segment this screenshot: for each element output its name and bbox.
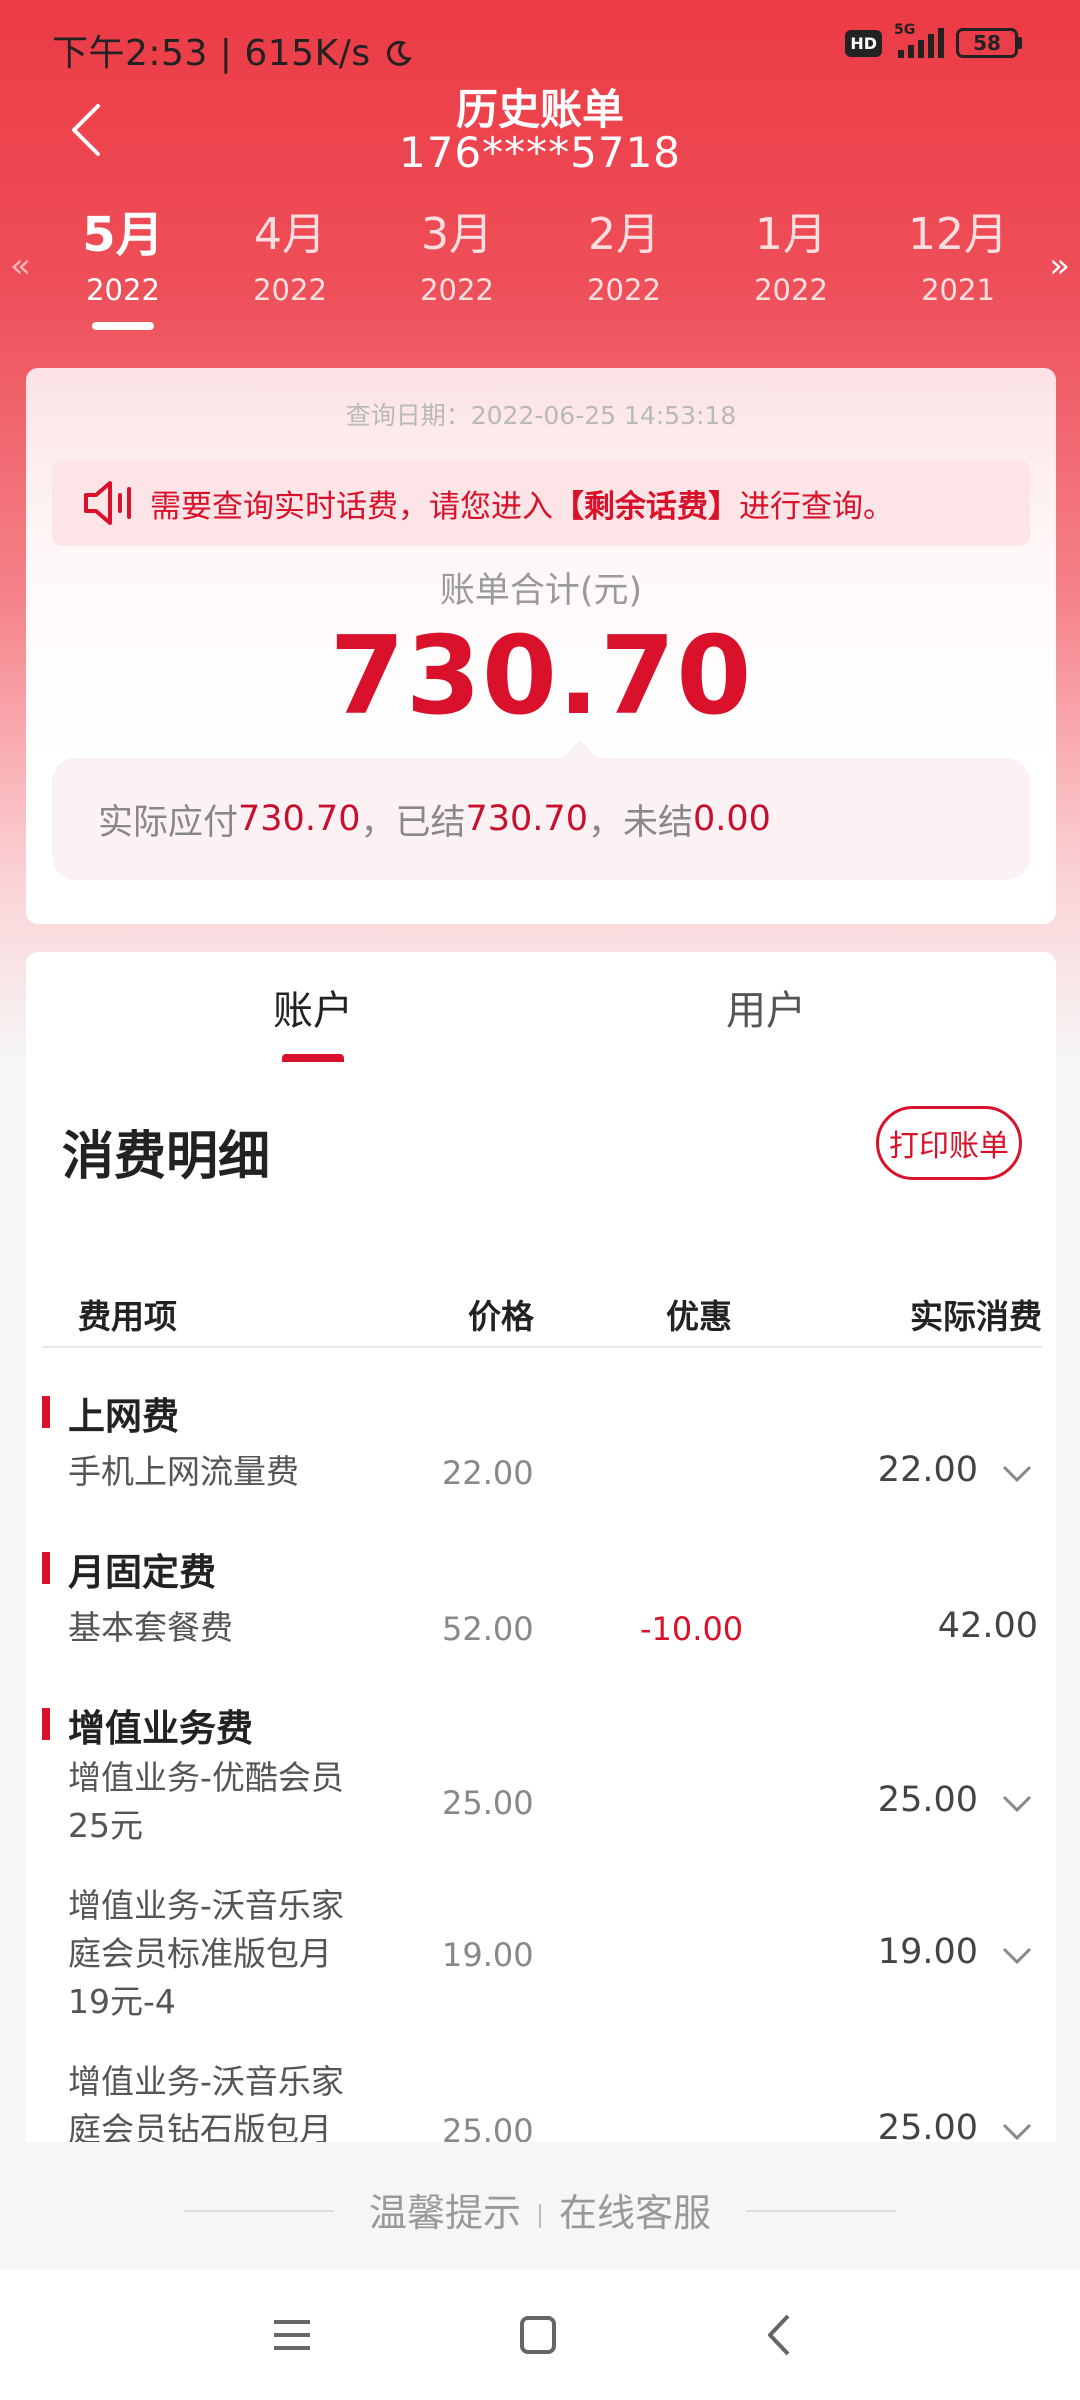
- remaining-balance-link[interactable]: 【剩余话费】: [553, 489, 739, 525]
- row-price: 19.00: [442, 1936, 534, 1974]
- row-actual: 25.00: [877, 2108, 978, 2142]
- notice-suffix: 进行查询。: [739, 488, 894, 525]
- payable-label: 实际应付: [98, 802, 239, 843]
- month-tab-0[interactable]: 5月 2022: [53, 200, 193, 330]
- tips-link[interactable]: 温馨提示: [369, 2191, 521, 2235]
- payable-value: 730.70: [238, 799, 361, 839]
- month-label: 3月: [421, 209, 493, 260]
- online-service-link[interactable]: 在线客服: [559, 2191, 711, 2235]
- section-title: 上网费: [68, 1395, 179, 1438]
- chevron-down-icon[interactable]: [1002, 1464, 1032, 1484]
- section-marker: [42, 1708, 50, 1740]
- payment-summary: 实际应付 730.70 ，已结 730.70 ，未结 0.00: [52, 758, 1030, 880]
- print-bill-button[interactable]: 打印账单: [876, 1106, 1022, 1180]
- battery-icon: 58: [956, 28, 1022, 58]
- row-price: 25.00: [442, 1784, 534, 1822]
- query-date: 查询日期：2022-06-25 14:53:18: [345, 401, 737, 430]
- row-price: 25.00: [442, 2112, 534, 2142]
- row-name: 增值业务-沃音乐家庭会员标准版包月19元-4: [68, 1886, 344, 2021]
- row-actual: 19.00: [877, 1932, 978, 1972]
- month-tab-2[interactable]: 3月 2022: [387, 200, 527, 310]
- footer-links-bar: 温馨提示 在线客服: [0, 2142, 1080, 2270]
- month-tab-4[interactable]: 1月 2022: [721, 200, 861, 310]
- section-title: 月固定费: [68, 1551, 216, 1594]
- speaker-icon: [84, 481, 131, 525]
- month-label: 1月: [755, 209, 827, 260]
- month-tab-3[interactable]: 2月 2022: [554, 200, 694, 310]
- row-name: 增值业务-优酷会员25元: [68, 1758, 344, 1845]
- notice-banner[interactable]: 需要查询实时话费，请您进入【剩余话费】进行查询。: [52, 460, 1030, 546]
- system-navigation-bar: [0, 2270, 1080, 2400]
- section-marker: [42, 1396, 50, 1428]
- tab-account[interactable]: 账户: [163, 978, 463, 1036]
- month-tab-1[interactable]: 4月 2022: [220, 200, 360, 310]
- account-user-tabs: 账户 用户: [26, 952, 1056, 1062]
- column-header: 费用项: [78, 1297, 177, 1336]
- month-tab-5[interactable]: 12月 2021: [888, 200, 1028, 310]
- unsettled-label: ，未结: [587, 802, 693, 843]
- month-label: 12月: [908, 209, 1008, 260]
- settled-label: ，已结: [360, 802, 466, 843]
- row-name: 手机上网流量费: [68, 1452, 299, 1491]
- back-icon[interactable]: [750, 2310, 810, 2360]
- notice-text: 需要查询实时话费，请您进入【剩余话费】进行查询。: [150, 481, 894, 526]
- consumption-detail: 消费明细 打印账单 费用项 价格 优惠 实际消费 上网费 手机上网流量费 22.…: [26, 1062, 1056, 2142]
- unsettled-value: 0.00: [692, 799, 771, 839]
- month-label: 2月: [588, 209, 660, 260]
- section-marker: [42, 1552, 50, 1584]
- active-tab-indicator: [282, 1054, 344, 1062]
- moon-icon: [386, 40, 412, 66]
- scroll-left-icon[interactable]: «: [10, 246, 31, 286]
- year-label: 2022: [86, 273, 160, 307]
- chevron-down-icon[interactable]: [1002, 1794, 1032, 1814]
- row-actual: 25.00: [877, 1780, 978, 1820]
- year-label: 2022: [754, 273, 828, 307]
- tab-user[interactable]: 用户: [616, 978, 916, 1036]
- month-label: 4月: [254, 209, 326, 260]
- signal-icon: 5G: [894, 22, 944, 58]
- active-month-indicator: [92, 322, 154, 330]
- row-discount: -10.00: [640, 1610, 744, 1648]
- year-label: 2021: [921, 273, 995, 307]
- footer-separator: [539, 2203, 541, 2228]
- hd-badge: HD: [845, 29, 882, 57]
- row-actual: 42.00: [937, 1606, 1038, 1646]
- total-amount: 730.70: [329, 614, 753, 739]
- year-label: 2022: [587, 273, 661, 307]
- column-header: 实际消费: [910, 1297, 1042, 1336]
- home-icon[interactable]: [508, 2310, 568, 2360]
- detail-title: 消费明细: [62, 1127, 271, 1187]
- status-speed: 615K/s: [244, 33, 371, 74]
- row-price: 52.00: [442, 1610, 534, 1648]
- network-type: 5G: [894, 22, 916, 38]
- chevron-down-icon[interactable]: [1002, 2122, 1032, 2142]
- phone-number: 176****5718: [398, 128, 682, 177]
- scroll-right-icon[interactable]: »: [1049, 246, 1070, 286]
- footer-links: 温馨提示 在线客服: [0, 2182, 1080, 2237]
- nav-bar: 历史账单 176****5718: [0, 70, 1080, 180]
- row-name: 增值业务-沃音乐家庭会员钻石版包月: [68, 2062, 344, 2142]
- chevron-down-icon[interactable]: [1002, 1946, 1032, 1966]
- total-label: 账单合计(元): [439, 571, 643, 611]
- summary-caret: [562, 740, 598, 758]
- menu-icon[interactable]: [262, 2310, 322, 2360]
- status-right: HD 5G 58: [845, 22, 1022, 58]
- month-selector: « 5月 2022 4月 2022 3月 2022 2月 2022 1月 202…: [0, 200, 1080, 340]
- year-label: 2022: [253, 273, 327, 307]
- notice-prefix: 需要查询实时话费，请您进入: [150, 488, 553, 525]
- status-left: 下午2:53 | 615K/s: [52, 24, 413, 76]
- table-header: 费用项 价格 优惠 实际消费: [42, 1282, 1042, 1348]
- battery-level: 58: [956, 28, 1018, 58]
- row-actual: 22.00: [877, 1450, 978, 1490]
- column-header: 价格: [468, 1297, 534, 1336]
- column-header: 优惠: [666, 1297, 732, 1336]
- status-time: 下午2:53: [52, 33, 208, 74]
- settled-value: 730.70: [465, 799, 588, 839]
- row-name: 基本套餐费: [68, 1608, 233, 1647]
- section-title: 增值业务费: [68, 1707, 253, 1750]
- month-label: 5月: [82, 207, 164, 263]
- bill-summary-card: 查询日期：2022-06-25 14:53:18 需要查询实时话费，请您进入【剩…: [26, 368, 1056, 924]
- row-price: 22.00: [442, 1454, 534, 1492]
- year-label: 2022: [420, 273, 494, 307]
